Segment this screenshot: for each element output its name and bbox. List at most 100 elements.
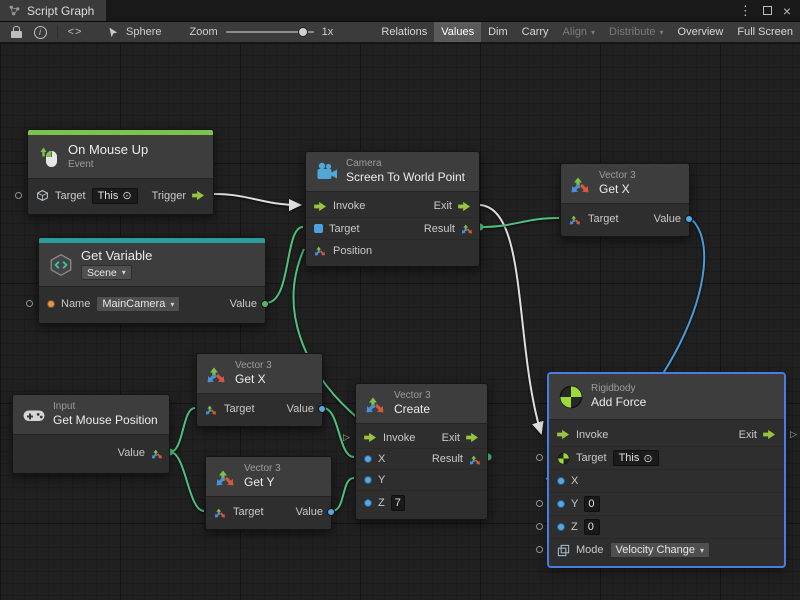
y-label: Y [571, 498, 578, 510]
node-category: Input [53, 402, 158, 412]
exit-flow-port-icon[interactable] [466, 432, 479, 443]
caret-down-icon: ▾ [122, 268, 126, 277]
zoom-handle[interactable] [298, 27, 308, 37]
target-object-chip[interactable]: This⊙ [92, 188, 138, 204]
mode-input-port[interactable] [536, 546, 543, 553]
camera-icon [315, 160, 339, 184]
trigger-flow-port-icon[interactable] [192, 190, 205, 201]
node-screen-to-world-point[interactable]: Camera Screen To World Point Invoke Exit… [305, 151, 480, 267]
exit-flow-port-icon[interactable] [458, 201, 471, 212]
z-value-field[interactable] [584, 519, 600, 535]
name-port-label: Name [61, 298, 90, 310]
node-get-variable[interactable]: Get Variable Scene▾ Name MainCamera▾ Val… [38, 237, 266, 324]
invoke-flow-port-icon[interactable] [314, 201, 327, 212]
invoke-flow-port-icon[interactable] [557, 429, 570, 440]
x-label: X [571, 475, 578, 487]
node-title: On Mouse Up [68, 143, 148, 157]
info-button[interactable]: i [28, 22, 52, 42]
exit-output-port[interactable]: ▷ [790, 428, 797, 439]
wire-mousepos-to-gety-target[interactable] [170, 452, 204, 511]
node-category: Vector 3 [599, 171, 636, 181]
result-label: Result [424, 223, 455, 235]
toolbar-button-values[interactable]: Values [434, 22, 481, 42]
target-label: Target [329, 223, 360, 235]
toolbar-button-carry[interactable]: Carry [515, 22, 556, 42]
node-on-mouse-up[interactable]: On Mouse Up Event Target This⊙ Trigger [27, 129, 214, 215]
tab-script-graph[interactable]: Script Graph [0, 0, 106, 21]
variable-name-dropdown[interactable]: MainCamera▾ [96, 296, 180, 312]
value-output-port[interactable] [261, 300, 269, 308]
vector3-port-icon[interactable] [461, 222, 474, 235]
node-create-vector3[interactable]: Vector 3 Create ▷ Invoke Exit X Res [355, 383, 488, 520]
z-port-icon[interactable] [557, 523, 565, 531]
lock-button[interactable] [4, 22, 28, 42]
vector3-port-icon[interactable] [205, 403, 218, 416]
toolbar-button-overview[interactable]: Overview [671, 22, 731, 42]
toolbar-button-fullscreen[interactable]: Full Screen [730, 22, 800, 42]
z-input-port[interactable] [536, 523, 543, 530]
graph-breadcrumb[interactable]: Sphere [107, 26, 161, 39]
value-output-port[interactable] [318, 405, 326, 413]
node-header: Rigidbody Add Force [549, 374, 784, 420]
value-output-port[interactable] [327, 508, 335, 516]
vector3-icon [215, 466, 237, 488]
vector3-port-icon[interactable] [151, 447, 164, 460]
exit-label: Exit [739, 429, 757, 441]
exit-flow-port-icon[interactable] [763, 429, 776, 440]
exit-label: Exit [442, 432, 460, 444]
zoom-slider[interactable] [226, 31, 314, 33]
z-port-icon[interactable] [364, 499, 372, 507]
enum-icon[interactable] [557, 544, 570, 557]
y-port-icon[interactable] [364, 476, 372, 484]
toolbar-button-distribute[interactable]: Distribute▾ [602, 22, 670, 42]
node-title: Get Variable [81, 249, 152, 263]
camera-target-port-icon[interactable] [314, 224, 323, 233]
y-port-icon[interactable] [557, 500, 565, 508]
variable-scope-dropdown[interactable]: Scene▾ [81, 265, 132, 280]
x-port-icon[interactable] [364, 455, 372, 463]
wire-gety-value-to-create-y[interactable] [332, 478, 354, 511]
force-mode-dropdown[interactable]: Velocity Change▾ [610, 542, 711, 558]
rigidbody-port-icon[interactable] [557, 452, 570, 465]
node-title: Screen To World Point [346, 171, 465, 184]
wire-exit-to-addforce-invoke[interactable] [480, 205, 541, 433]
string-port-icon[interactable] [47, 300, 55, 308]
object-picker-icon[interactable]: ⊙ [122, 189, 131, 202]
vector3-port-icon[interactable] [214, 506, 227, 519]
node-add-force[interactable]: Rigidbody Add Force Invoke Exit ▷ Target [548, 373, 785, 567]
z-value-field[interactable] [391, 495, 405, 511]
vector3-port-icon[interactable] [469, 453, 482, 466]
code-button[interactable]: <> [63, 22, 87, 42]
object-picker-icon[interactable]: ⊙ [643, 452, 652, 465]
vector3-port-icon[interactable] [569, 213, 582, 226]
invoke-flow-port-icon[interactable] [364, 432, 377, 443]
x-port-icon[interactable] [557, 477, 565, 485]
node-get-y[interactable]: Vector 3 Get Y Target Value [205, 456, 332, 530]
y-input-port[interactable] [536, 500, 543, 507]
target-input-port[interactable] [536, 454, 543, 461]
node-get-x-mid[interactable]: Vector 3 Get X Target Value [196, 353, 323, 427]
target-object-chip[interactable]: This⊙ [613, 450, 659, 466]
name-input-port[interactable] [26, 300, 33, 307]
toolbar-button-dim[interactable]: Dim [481, 22, 515, 42]
invoke-input-port[interactable]: ▷ [343, 431, 350, 442]
node-get-mouse-position[interactable]: Input Get Mouse Position Value [12, 394, 170, 474]
y-value-field[interactable] [584, 496, 600, 512]
zoom-value: 1x [322, 26, 334, 38]
wire-camera-result-to-getxtop-target[interactable] [480, 218, 559, 227]
toolbar-button-align[interactable]: Align▾ [556, 22, 602, 42]
toolbar-button-relations[interactable]: Relations [374, 22, 434, 42]
vector3-port-icon[interactable] [314, 244, 327, 257]
node-get-x-top[interactable]: Vector 3 Get X Target Value [560, 163, 690, 237]
value-output-port[interactable] [685, 215, 693, 223]
target-input-port[interactable] [15, 192, 22, 199]
node-header: Get Variable Scene▾ [39, 243, 265, 287]
wire-mousepos-to-getx-target[interactable] [170, 408, 195, 452]
node-title: Get Y [244, 476, 281, 489]
graph-canvas[interactable]: On Mouse Up Event Target This⊙ Trigger [0, 43, 800, 600]
menu-icon[interactable]: ⋮ [739, 3, 752, 19]
node-header: Vector 3 Get X [561, 164, 689, 204]
wire-trigger-to-invoke[interactable] [214, 194, 300, 205]
maximize-icon[interactable] [763, 6, 772, 15]
close-icon[interactable]: × [783, 4, 791, 18]
